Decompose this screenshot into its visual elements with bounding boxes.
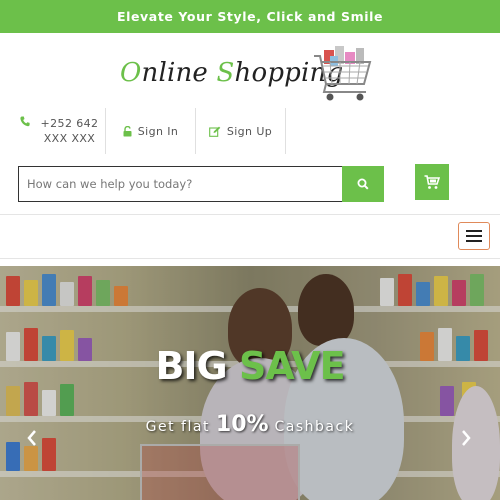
hero-title-big: BIG — [155, 344, 239, 388]
phone-number: +252 642 XXX XXX — [40, 117, 99, 145]
hero-title-save: SAVE — [238, 344, 346, 388]
hero-banner: BIG SAVE Get flat 10% Cashback — [0, 266, 500, 500]
search-button[interactable] — [342, 166, 384, 202]
logo-initial-s: S — [216, 58, 235, 88]
carousel-prev-button[interactable] — [22, 426, 42, 450]
search-icon — [357, 178, 369, 190]
hamburger-icon-bar — [466, 235, 482, 237]
hamburger-icon-bar — [466, 240, 482, 242]
chevron-left-icon — [27, 430, 36, 446]
top-banner: Elevate Your Style, Click and Smile — [0, 0, 500, 33]
hero-title: BIG SAVE — [0, 344, 500, 388]
search-bar — [18, 166, 384, 202]
phone-icon — [20, 116, 30, 127]
hero-sub-percent: 10% — [215, 412, 269, 437]
hamburger-menu-button[interactable] — [458, 222, 490, 250]
logo-word-online: nline — [141, 58, 217, 88]
tagline: Elevate Your Style, Click and Smile — [116, 9, 384, 24]
contact-bar: +252 642 XXX XXX Sign In Sign Up — [18, 108, 308, 154]
nav-divider — [0, 258, 500, 259]
site-logo[interactable]: Online Shopping — [120, 42, 380, 104]
signin-label: Sign In — [137, 124, 179, 138]
cart-icon — [424, 174, 440, 189]
header-divider — [0, 214, 500, 215]
search-input[interactable] — [18, 166, 342, 202]
carousel-next-button[interactable] — [456, 426, 476, 450]
cart-button[interactable] — [415, 164, 449, 200]
lock-icon — [123, 125, 132, 137]
logo-cart-icon — [314, 46, 372, 101]
signin-link[interactable]: Sign In — [106, 108, 196, 154]
edit-icon — [208, 126, 221, 137]
signup-link[interactable]: Sign Up — [196, 108, 286, 154]
chevron-right-icon — [462, 430, 471, 446]
hero-subtitle: Get flat 10% Cashback — [0, 412, 500, 437]
logo-initial-o: O — [120, 58, 142, 88]
phone-contact[interactable]: +252 642 XXX XXX — [18, 108, 106, 154]
hero-sub-before: Get flat — [145, 419, 216, 435]
hamburger-icon-bar — [466, 230, 482, 232]
signup-label: Sign Up — [226, 124, 273, 138]
hero-sub-after: Cashback — [268, 419, 355, 435]
